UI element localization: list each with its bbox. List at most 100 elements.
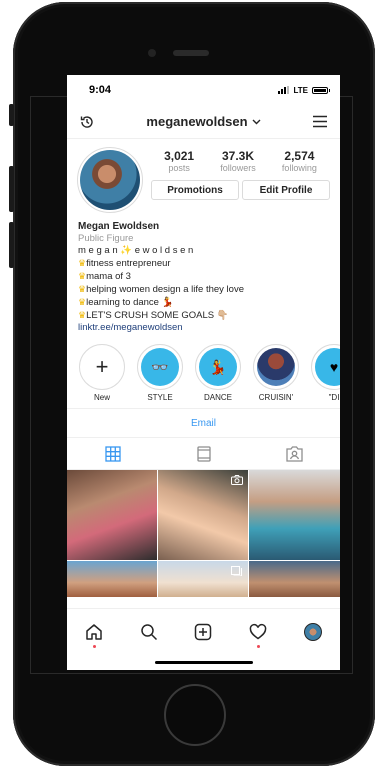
igtv-icon	[196, 445, 211, 462]
display-name: Megan Ewoldsen	[78, 221, 160, 232]
nav-row	[67, 615, 340, 649]
bio-line-item: ♛learning to dance 💃	[78, 296, 329, 309]
front-camera	[148, 49, 156, 57]
profile-header: meganewoldsen	[67, 105, 340, 139]
crown-icon: ♛	[78, 258, 87, 268]
hamburger-icon[interactable]	[310, 112, 330, 132]
search-icon	[141, 624, 157, 641]
edit-profile-button[interactable]: Edit Profile	[242, 180, 330, 200]
highlight-label: DANCE	[203, 393, 232, 402]
bio-line-item: ♛fitness entrepreneur	[78, 257, 329, 270]
highlight-ring: +	[79, 344, 125, 390]
stat-posts[interactable]: 3,021 posts	[164, 149, 194, 173]
dancer-icon: 💃	[199, 348, 237, 386]
bio-line-item: ♛LET'S CRUSH SOME GOALS 👇🏼	[78, 309, 329, 322]
post-thumbnail[interactable]	[158, 470, 248, 560]
crown-icon: ♛	[78, 310, 87, 320]
stat-followers[interactable]: 37.3K followers	[220, 149, 256, 173]
bio-line: m e g a n ✨ e w o l d s e n	[78, 245, 194, 256]
highlight-dance[interactable]: 💃 DANCE	[194, 344, 242, 408]
profile-avatar[interactable]	[77, 147, 143, 213]
bio-line-item: ♛helping women design a life they love	[78, 283, 329, 296]
username: meganewoldsen	[146, 114, 248, 129]
chevron-down-icon	[252, 119, 261, 124]
video-icon	[231, 475, 243, 485]
photo-icon	[257, 348, 295, 386]
carousel-icon	[231, 566, 242, 576]
nav-new-post[interactable]	[191, 620, 215, 644]
post-thumbnail[interactable]	[249, 561, 340, 597]
earpiece-speaker	[173, 50, 209, 56]
grid-icon	[104, 445, 121, 462]
heart-hand-icon: ♥	[315, 348, 340, 386]
heart-icon	[249, 623, 267, 640]
highlight-di[interactable]: ♥ "DI	[310, 344, 340, 408]
highlight-ring	[253, 344, 299, 390]
profile-tabs	[67, 438, 340, 470]
highlight-new[interactable]: + New	[78, 344, 126, 408]
username-switcher[interactable]: meganewoldsen	[146, 114, 261, 129]
home-icon	[86, 624, 103, 640]
plus-icon: +	[83, 348, 121, 386]
highlight-ring: 👓	[137, 344, 183, 390]
highlight-label: "DI	[328, 393, 340, 402]
volume-down-button	[9, 222, 14, 268]
post-thumbnail[interactable]	[67, 561, 157, 597]
volume-up-button	[9, 166, 14, 212]
nav-profile[interactable]	[301, 620, 325, 644]
highlight-style[interactable]: 👓 STYLE	[136, 344, 184, 408]
highlight-label: STYLE	[147, 393, 173, 402]
nav-home[interactable]	[82, 620, 106, 648]
tab-tagged[interactable]	[249, 438, 340, 469]
crown-icon: ♛	[78, 271, 87, 281]
highlight-cruisin[interactable]: CRUISIN'	[252, 344, 300, 408]
nav-search[interactable]	[137, 620, 161, 644]
category-label: Public Figure	[78, 233, 134, 244]
bio-line: learning to dance 💃	[86, 297, 174, 308]
tab-grid[interactable]	[67, 438, 158, 469]
highlight-ring: 💃	[195, 344, 241, 390]
bio-link[interactable]: linktr.ee/meganewoldsen	[78, 322, 329, 334]
notification-dot	[92, 645, 96, 648]
bio-line: mama of 3	[86, 271, 131, 282]
promotions-button[interactable]: Promotions	[151, 180, 239, 200]
highlight-ring: ♥	[311, 344, 340, 390]
bio-line: fitness entrepreneur	[86, 258, 171, 269]
stat-label: following	[281, 163, 317, 173]
screen: 9:04 LTE meganewoldsen 3,021 posts 37.3K…	[67, 75, 340, 670]
stat-label: followers	[220, 163, 256, 173]
tab-igtv[interactable]	[158, 438, 249, 469]
stat-label: posts	[168, 163, 190, 173]
signal-icon	[278, 86, 290, 94]
email-button[interactable]: Email	[67, 408, 340, 438]
bio-line: helping women design a life they love	[86, 284, 244, 295]
notification-dot	[256, 645, 260, 648]
sunglasses-icon: 👓	[141, 348, 179, 386]
bottom-navigation	[67, 608, 340, 670]
home-button[interactable]	[164, 684, 226, 746]
crown-icon: ♛	[78, 297, 87, 307]
home-indicator	[155, 661, 253, 664]
post-grid	[67, 470, 340, 597]
story-highlights: + New 👓 STYLE 💃 DANCE CRUISIN' ♥ "DI	[67, 334, 340, 408]
mute-switch	[9, 104, 14, 126]
highlight-label: New	[93, 393, 110, 402]
stats-column: 3,021 posts 37.3K followers 2,574 follow…	[151, 147, 330, 219]
profile-avatar-icon	[303, 623, 322, 641]
stat-value: 37.3K	[221, 149, 254, 163]
history-icon[interactable]	[77, 112, 97, 132]
status-bar: 9:04 LTE	[67, 75, 340, 105]
status-time: 9:04	[89, 84, 112, 96]
bio: Megan Ewoldsen Public Figure m e g a n ✨…	[67, 219, 340, 334]
stat-following[interactable]: 2,574 following	[282, 149, 317, 173]
battery-icon	[312, 86, 330, 94]
highlight-label: CRUISIN'	[258, 393, 294, 402]
stats-row: 3,021 posts 37.3K followers 2,574 follow…	[151, 149, 330, 173]
tagged-icon	[286, 445, 303, 462]
stat-value: 2,574	[284, 149, 315, 163]
nav-activity[interactable]	[246, 620, 270, 648]
post-thumbnail[interactable]	[249, 470, 340, 560]
post-thumbnail[interactable]	[67, 470, 157, 560]
stat-value: 3,021	[164, 149, 195, 163]
post-thumbnail[interactable]	[158, 561, 248, 597]
